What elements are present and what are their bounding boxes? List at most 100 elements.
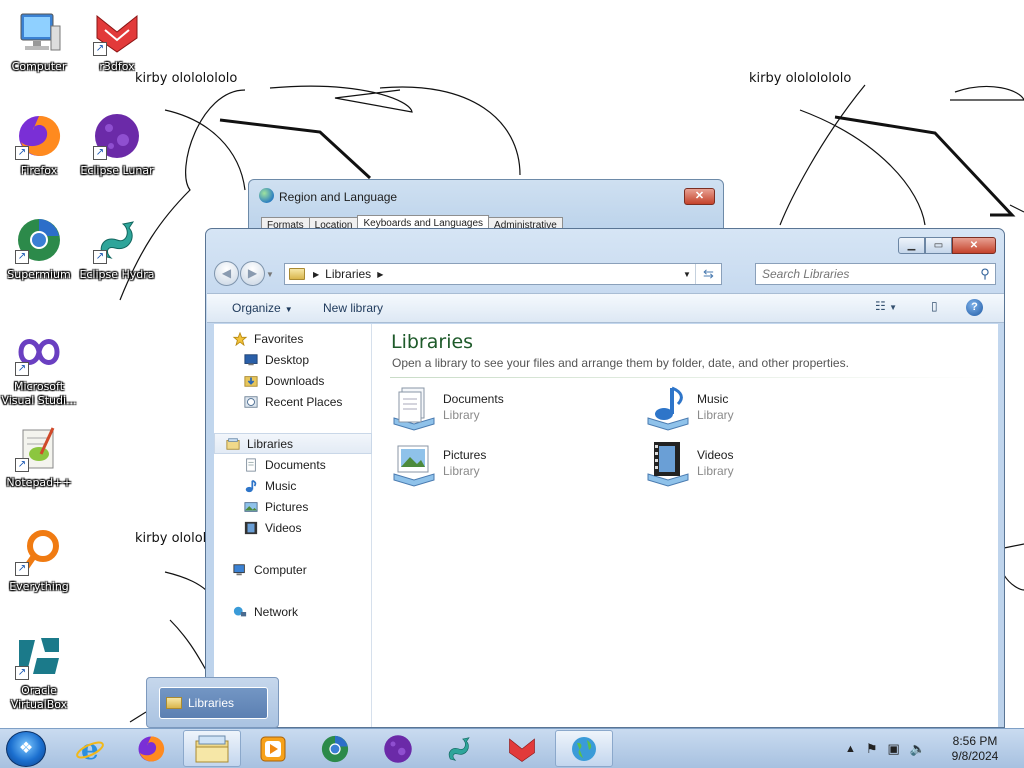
search-box[interactable]: ⚲	[755, 263, 996, 285]
documents-icon	[246, 457, 256, 472]
nav-item-network[interactable]: Network	[214, 601, 372, 622]
computer-icon	[15, 8, 63, 56]
help-icon[interactable]: ?	[966, 299, 983, 316]
pictures-library-icon	[393, 445, 435, 487]
nav-item-music[interactable]: Music	[214, 475, 372, 496]
minimize-button[interactable]: ▁	[898, 237, 925, 254]
eclipse-hydra-icon	[448, 736, 470, 761]
command-bar: Organize ▼ New library ☷ ▼ ▯ ?	[207, 293, 1004, 323]
nav-item-computer[interactable]: Computer	[214, 559, 372, 580]
computer-icon	[233, 563, 245, 575]
eclipse-hydra-icon: ↗	[93, 216, 141, 264]
volume-muted-icon[interactable]: 🔈	[910, 741, 926, 757]
address-dropdown-icon[interactable]: ▼	[679, 270, 695, 279]
organize-button[interactable]: Organize ▼	[232, 301, 293, 315]
maximize-button[interactable]: ▭	[925, 237, 952, 254]
taskbar-firefox[interactable]	[122, 730, 180, 767]
supermium-icon	[321, 735, 349, 762]
star-icon	[232, 331, 248, 346]
r3dfox-icon	[509, 737, 535, 762]
nav-item-favorites[interactable]: Favorites	[214, 328, 372, 349]
change-view-icon[interactable]: ☷ ▼	[875, 299, 897, 313]
music-library-icon	[647, 386, 689, 431]
nav-item-videos[interactable]: Videos	[214, 517, 372, 538]
media-player-icon	[260, 736, 286, 761]
desktop-icon-eclipse-hydra[interactable]: ↗ Eclipse Hydra	[78, 216, 156, 282]
nav-item-documents[interactable]: Documents	[214, 454, 372, 475]
libraries-icon	[226, 437, 240, 450]
desktop-icon-r3dfox[interactable]: ↗ r3dfox	[78, 8, 156, 74]
clock[interactable]: 8:56 PM 9/8/2024	[940, 734, 1010, 764]
nav-item-desktop[interactable]: Desktop	[214, 349, 372, 370]
refresh-icon[interactable]: ⇆	[695, 264, 721, 284]
library-music[interactable]: Music Library	[644, 384, 874, 434]
taskbar: ❖ e ▲ ⚑ ▣ 🔈 8:56 PM 9/8/2024	[0, 728, 1024, 768]
taskbar-windows-explorer[interactable]	[183, 730, 241, 767]
taskbar-eclipse-hydra[interactable]	[430, 730, 488, 767]
documents-library-icon	[393, 387, 435, 431]
thumbnail-item-libraries[interactable]: Libraries	[159, 687, 268, 719]
back-button[interactable]: ◀	[214, 261, 239, 286]
taskbar-eclipse-lunar[interactable]	[369, 730, 427, 767]
desktop-icon-computer[interactable]: Computer	[0, 8, 78, 74]
wallpaper-text: kirby olololololo	[749, 71, 852, 86]
taskbar-r3dfox[interactable]	[493, 730, 551, 767]
close-button[interactable]: ✕	[684, 188, 715, 205]
close-button[interactable]: ✕	[952, 237, 996, 254]
music-icon	[245, 479, 257, 492]
dialog-title: Region and Language	[279, 190, 398, 204]
downloads-icon	[244, 375, 258, 387]
desktop-icon-eclipse-lunar[interactable]: ↗ Eclipse Lunar	[78, 112, 156, 178]
explorer-window[interactable]: ▁ ▭ ✕ ◀ ▶ ▼ ▶ Libraries ▶ ▼ ⇆ ⚲ Organize…	[205, 228, 1005, 728]
forward-button[interactable]: ▶	[240, 261, 265, 286]
nav-item-recent-places[interactable]: Recent Places	[214, 391, 372, 412]
breadcrumb-chevron-icon[interactable]: ▶	[377, 270, 383, 279]
system-tray: ▲ ⚑ ▣ 🔈	[845, 729, 926, 768]
content-pane: Libraries Open a library to see your fil…	[372, 324, 998, 727]
library-pictures[interactable]: Pictures Library	[390, 440, 620, 490]
taskbar-region-language[interactable]	[555, 730, 613, 767]
eclipse-lunar-icon: ↗	[93, 112, 141, 160]
divider	[390, 377, 990, 378]
breadcrumb-chevron-icon[interactable]: ▶	[313, 270, 319, 279]
library-documents[interactable]: Documents Library	[390, 384, 620, 434]
address-bar[interactable]: ▶ Libraries ▶ ▼ ⇆	[284, 263, 722, 285]
page-title: Libraries	[391, 331, 474, 353]
svg-text:e: e	[81, 734, 99, 764]
new-library-button[interactable]: New library	[323, 301, 383, 315]
firefox-icon	[138, 735, 165, 761]
nav-item-libraries[interactable]: Libraries	[214, 433, 372, 454]
taskbar-supermium[interactable]	[306, 730, 364, 767]
action-center-flag-icon[interactable]: ⚑	[866, 741, 878, 757]
library-videos[interactable]: Videos Library	[644, 440, 874, 490]
videos-library-icon	[647, 442, 689, 487]
show-hidden-icons-icon[interactable]: ▲	[845, 743, 856, 755]
desktop-icon-visual-studio[interactable]: ↗ Microsoft Visual Studi...	[0, 328, 78, 408]
desktop-icon-supermium[interactable]: ↗ Supermium	[0, 216, 78, 282]
r3dfox-icon: ↗	[93, 8, 141, 56]
search-input[interactable]	[756, 267, 975, 281]
recent-places-icon	[244, 395, 258, 408]
nav-item-downloads[interactable]: Downloads	[214, 370, 372, 391]
start-button[interactable]: ❖	[6, 731, 46, 767]
search-icon[interactable]: ⚲	[975, 266, 995, 282]
preview-pane-icon[interactable]: ▯	[931, 299, 938, 313]
desktop-icon-notepad-plus-plus[interactable]: ↗ Notepad++	[0, 424, 78, 490]
desktop-icon-everything[interactable]: ↗ Everything	[0, 528, 78, 594]
breadcrumb-libraries[interactable]: Libraries	[325, 267, 371, 281]
desktop-icon-firefox[interactable]: ↗ Firefox	[0, 112, 78, 178]
eclipse-lunar-icon	[384, 734, 412, 763]
network-icon[interactable]: ▣	[888, 741, 900, 757]
pictures-icon	[244, 501, 258, 512]
clock-time: 8:56 PM	[952, 734, 998, 748]
page-subtitle: Open a library to see your files and arr…	[392, 356, 849, 370]
supermium-icon: ↗	[15, 216, 63, 264]
taskbar-internet-explorer[interactable]: e	[61, 730, 119, 767]
taskbar-media-player[interactable]	[244, 730, 302, 767]
recent-pages-dropdown[interactable]: ▼	[266, 261, 276, 289]
taskbar-thumbnail-popup[interactable]: Libraries	[146, 677, 279, 728]
desktop-icon-virtualbox[interactable]: ↗ Oracle VirtualBox	[0, 632, 78, 712]
desktop-icon	[244, 353, 258, 365]
nav-item-pictures[interactable]: Pictures	[214, 496, 372, 517]
navigation-buttons: ◀ ▶ ▼	[214, 261, 276, 289]
